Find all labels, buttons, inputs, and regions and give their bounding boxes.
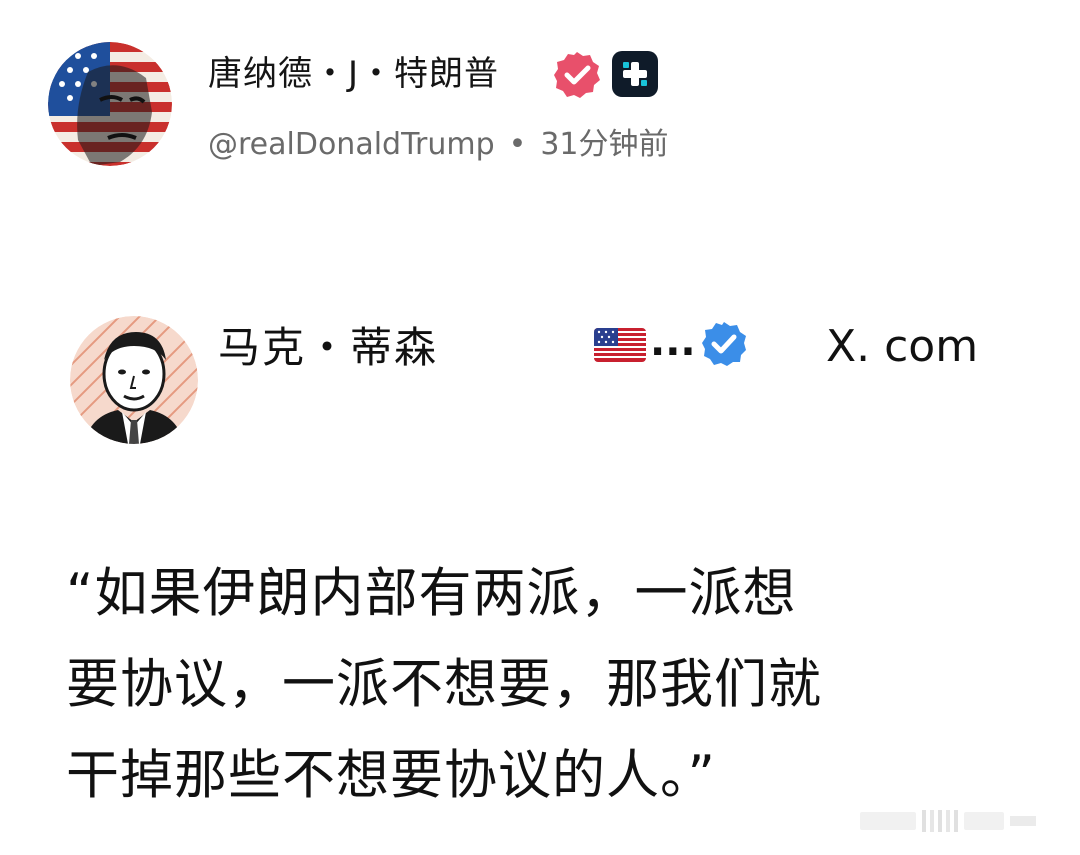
author-avatar-image [48,42,172,166]
verified-badge-icon [552,50,602,100]
author-name[interactable]: 唐纳德・J・特朗普 [208,50,499,98]
meta-separator: • [508,127,527,162]
quoted-verified-icon [700,320,748,368]
quoted-author-name[interactable]: 马克・蒂森 [218,320,438,376]
source-label[interactable]: X. com [826,318,978,376]
quote-line: “如果伊朗内部有两派，一派想 [66,563,797,624]
author-handle[interactable]: @realDonaldTrump [208,127,495,162]
quoted-avatar-image [70,316,198,444]
watermark-graphic [860,806,1060,836]
post-header: 唐纳德・J・特朗普 @realDonaldTrump • 31分钟前 [48,42,1038,172]
author-avatar[interactable] [48,42,172,166]
post-timestamp[interactable]: 31分钟前 [540,127,668,162]
quoted-author-avatar[interactable] [70,316,198,444]
quote-line: 干掉那些不想要协议的人。” [66,745,716,806]
quote-line: 要协议，一派不想要，那我们就 [66,654,822,715]
truth-plus-icon [612,51,658,97]
us-flag-icon [594,328,646,362]
quoted-post-card[interactable]: 马克・蒂森 ... X. com [70,312,1010,452]
quote-text: “如果伊朗内部有两派，一派想 要协议，一派不想要，那我们就 干掉那些不想要协议的… [66,548,966,821]
author-meta: @realDonaldTrump • 31分钟前 [208,124,669,166]
name-overflow-ellipsis: ... [650,319,696,365]
